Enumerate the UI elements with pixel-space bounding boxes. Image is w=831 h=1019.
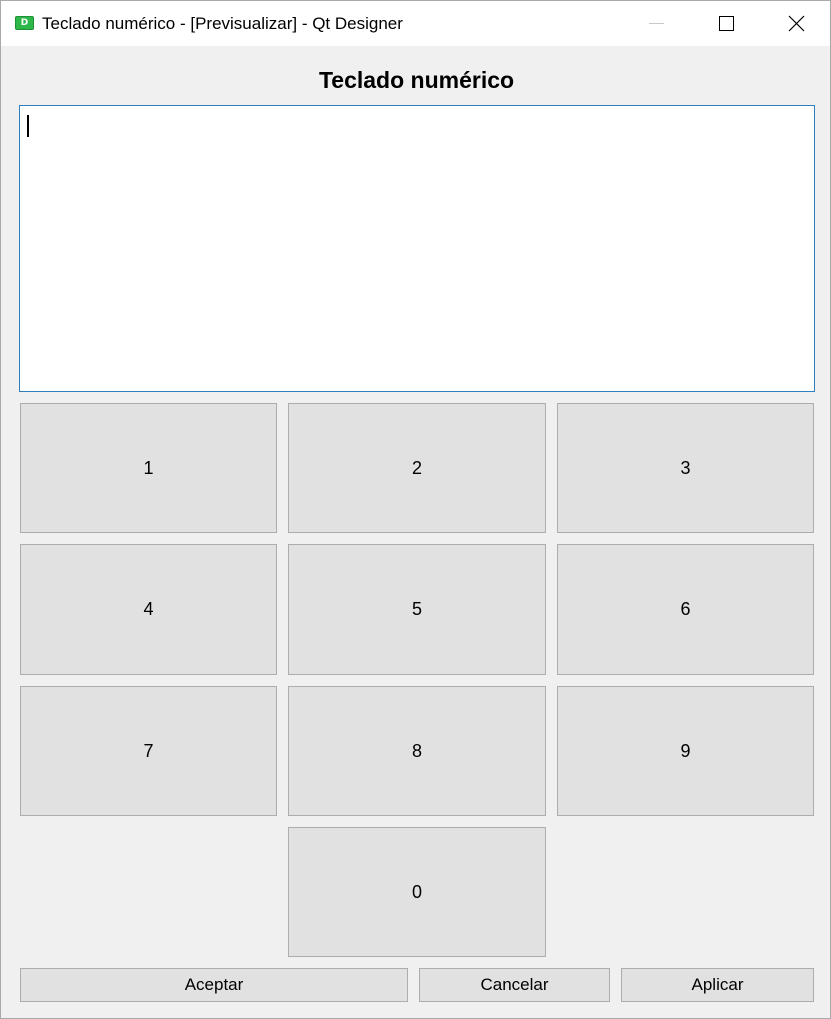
key-4-button[interactable]: 4 <box>20 544 277 675</box>
minimize-icon <box>649 23 664 24</box>
dialog-title: Teclado numérico <box>318 67 515 93</box>
key-5-button[interactable]: 5 <box>288 544 546 675</box>
close-button[interactable] <box>761 1 831 46</box>
app-window: D Teclado numérico - [Previsualizar] - Q… <box>0 0 831 1019</box>
key-8-button[interactable]: 8 <box>288 686 546 816</box>
key-9-button[interactable]: 9 <box>557 686 814 816</box>
window-title: Teclado numérico - [Previsualizar] - Qt … <box>42 14 403 33</box>
key-7-button[interactable]: 7 <box>20 686 277 816</box>
maximize-icon <box>719 16 734 31</box>
key-3-button[interactable]: 3 <box>557 403 814 533</box>
minimize-button[interactable] <box>621 1 691 46</box>
qt-designer-icon: D <box>15 16 34 30</box>
text-caret <box>27 115 29 137</box>
title-bar[interactable]: D Teclado numérico - [Previsualizar] - Q… <box>1 1 830 46</box>
maximize-button[interactable] <box>691 1 761 46</box>
accept-button[interactable]: Aceptar <box>20 968 408 1002</box>
key-2-button[interactable]: 2 <box>288 403 546 533</box>
cancel-button[interactable]: Cancelar <box>419 968 610 1002</box>
close-icon <box>788 15 805 32</box>
key-1-button[interactable]: 1 <box>20 403 277 533</box>
key-0-button[interactable]: 0 <box>288 827 546 957</box>
key-6-button[interactable]: 6 <box>557 544 814 675</box>
apply-button[interactable]: Aplicar <box>621 968 814 1002</box>
number-input[interactable] <box>19 105 815 392</box>
